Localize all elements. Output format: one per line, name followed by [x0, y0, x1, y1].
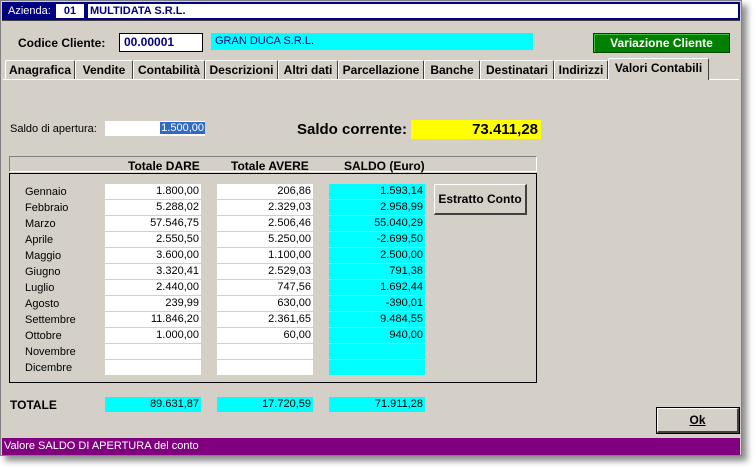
- ok-button[interactable]: Ok: [656, 407, 740, 434]
- tab-vendite[interactable]: Vendite: [75, 60, 133, 80]
- saldo-cell: 2.500,00: [329, 248, 425, 263]
- tab-parcellazione[interactable]: Parcellazione: [338, 60, 424, 80]
- month-label: Dicembre: [25, 362, 73, 374]
- dare-cell: 3.320,41: [105, 264, 201, 279]
- totale-label: TOTALE: [10, 398, 57, 412]
- tab-contabilita[interactable]: Contabilità: [133, 60, 205, 80]
- column-header-avere: Totale AVERE: [231, 159, 309, 173]
- azienda-code: 01: [56, 4, 84, 18]
- saldo-cell: 2.958,99: [329, 200, 425, 215]
- month-label: Maggio: [25, 250, 62, 262]
- avere-cell: 206,86: [217, 184, 313, 199]
- saldo-corrente-label: Saldo corrente:: [297, 121, 408, 138]
- dare-cell: 5.288,02: [105, 200, 201, 215]
- saldo-cell: [329, 360, 425, 375]
- totale-dare: 89.631,87: [105, 397, 201, 412]
- saldo-cell: 9.484,55: [329, 312, 425, 327]
- dare-cell: 57.546,75: [105, 216, 201, 231]
- month-label: Luglio: [25, 282, 55, 294]
- column-header-saldo: SALDO (Euro): [344, 159, 425, 173]
- azienda-bar: Azienda: 01 MULTIDATA S.R.L.: [2, 2, 740, 21]
- saldo-cell: 940,00: [329, 328, 425, 343]
- dare-cell: 1.000,00: [105, 328, 201, 343]
- tab-indirizzi[interactable]: Indirizzi: [554, 60, 608, 80]
- tab-valori-contabili[interactable]: Valori Contabili: [608, 58, 709, 80]
- avere-cell: 747,56: [217, 280, 313, 295]
- saldo-cell: 1.593,14: [329, 184, 425, 199]
- tab-descrizioni[interactable]: Descrizioni: [205, 60, 278, 80]
- cliente-code-label: Codice Cliente:: [18, 36, 106, 50]
- dare-cell: [105, 344, 201, 359]
- month-label: Gennaio: [25, 186, 67, 198]
- avere-cell: 1.100,00: [217, 248, 313, 263]
- status-bar: Valore SALDO DI APERTURA del conto: [2, 438, 740, 455]
- month-label: Marzo: [25, 218, 56, 230]
- variazione-cliente-button[interactable]: Variazione Cliente: [593, 33, 730, 53]
- saldo-cell: [329, 344, 425, 359]
- tab-altri-dati[interactable]: Altri dati: [278, 60, 338, 80]
- tab-anagrafica[interactable]: Anagrafica: [5, 60, 75, 80]
- cliente-code-field[interactable]: 00.00001: [119, 33, 203, 52]
- avere-cell: [217, 360, 313, 375]
- dare-cell: 11.846,20: [105, 312, 201, 327]
- saldo-cell: 55.040,29: [329, 216, 425, 231]
- month-label: Settembre: [25, 314, 76, 326]
- avere-cell: 630,00: [217, 296, 313, 311]
- avere-cell: 2.329,03: [217, 200, 313, 215]
- dare-cell: 2.550,50: [105, 232, 201, 247]
- dare-cell: 3.600,00: [105, 248, 201, 263]
- column-header-dare: Totale DARE: [128, 159, 200, 173]
- dare-cell: 1.800,00: [105, 184, 201, 199]
- month-label: Aprile: [25, 234, 54, 246]
- saldo-apertura-input[interactable]: 1.500,00: [105, 121, 205, 136]
- saldo-apertura-value: 1.500,00: [160, 122, 205, 134]
- dare-cell: 239,99: [105, 296, 201, 311]
- avere-cell: [217, 344, 313, 359]
- totale-avere: 17.720,59: [217, 397, 313, 412]
- cliente-name-field: GRAN DUCA S.R.L.: [211, 33, 533, 50]
- dare-cell: 2.440,00: [105, 280, 201, 295]
- tab-destinatari[interactable]: Destinatari: [480, 60, 554, 80]
- azienda-label: Azienda:: [8, 5, 51, 17]
- month-label: Novembre: [25, 346, 76, 358]
- dare-cell: [105, 360, 201, 375]
- avere-cell: 2.361,65: [217, 312, 313, 327]
- avere-cell: 5.250,00: [217, 232, 313, 247]
- month-label: Febbraio: [25, 202, 69, 214]
- month-label: Ottobre: [25, 330, 62, 342]
- totale-saldo: 71.911,28: [329, 397, 425, 412]
- saldo-cell: 791,38: [329, 264, 425, 279]
- month-label: Giugno: [25, 266, 61, 278]
- month-label: Agosto: [25, 298, 60, 310]
- valori-contabili-window: Azienda: 01 MULTIDATA S.R.L. Codice Clie…: [0, 0, 742, 456]
- avere-cell: 2.529,03: [217, 264, 313, 279]
- saldo-apertura-label: Saldo di apertura:: [10, 123, 97, 135]
- saldo-cell: -390,01: [329, 296, 425, 311]
- saldo-cell: -2.699,50: [329, 232, 425, 247]
- azienda-name: MULTIDATA S.R.L.: [88, 4, 738, 18]
- tab-bar: Anagrafica Vendite Contabilità Descrizio…: [3, 58, 743, 80]
- saldo-cell: 1.692,44: [329, 280, 425, 295]
- estratto-conto-button[interactable]: Estratto Conto: [434, 184, 527, 215]
- avere-cell: 60,00: [217, 328, 313, 343]
- saldo-corrente-value: 73.411,28: [411, 120, 541, 139]
- tab-banche[interactable]: Banche: [424, 60, 480, 80]
- avere-cell: 2.506,46: [217, 216, 313, 231]
